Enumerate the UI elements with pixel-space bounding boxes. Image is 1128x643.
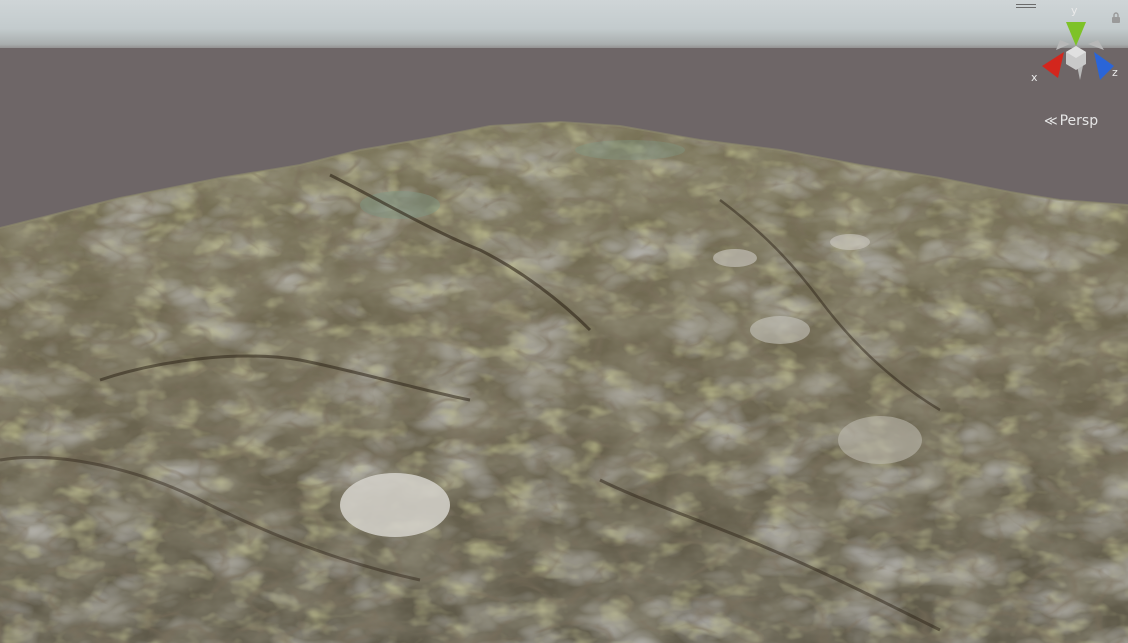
projection-label: Persp: [1059, 113, 1099, 129]
gizmo-y-label: y: [1071, 4, 1078, 17]
gizmo-y-arm[interactable]: [1066, 22, 1086, 46]
terrain-mesh[interactable]: [0, 0, 1128, 643]
orientation-gizmo[interactable]: [1028, 0, 1128, 100]
perspective-icon: ≪: [1044, 113, 1058, 129]
gizmo-x-label: x: [1031, 71, 1038, 84]
gizmo-z-label: z: [1112, 66, 1118, 79]
scene-view-viewport[interactable]: y x z ≪ Persp: [0, 0, 1128, 643]
gizmo-neg-z-arm[interactable]: [1056, 40, 1070, 50]
gizmo-neg-x-arm[interactable]: [1088, 40, 1104, 50]
gizmo-x-arm[interactable]: [1042, 52, 1064, 78]
gizmo-z-arm[interactable]: [1094, 52, 1114, 80]
projection-toggle[interactable]: ≪ Persp: [1044, 112, 1098, 130]
